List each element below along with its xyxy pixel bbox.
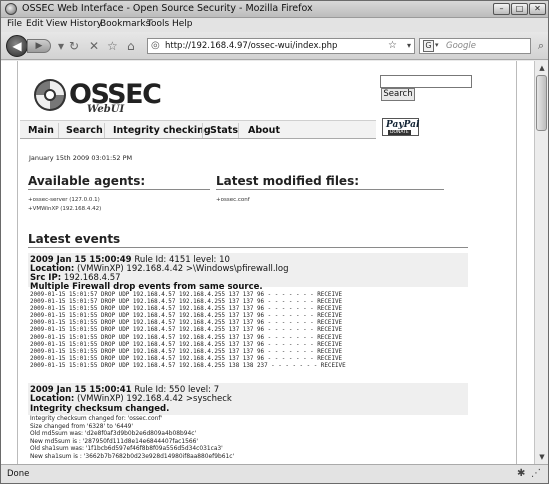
tab-search[interactable]: Search <box>66 125 103 136</box>
tab-stats[interactable]: Stats <box>210 125 238 136</box>
agent-link[interactable]: +VMWinXP (192.168.4.42) <box>28 206 101 212</box>
navigation-toolbar: ◀ ▶ ▾ ↻ ✕ ☆ ⌂ ◎ http://192.168.4.97/osse… <box>1 32 548 60</box>
page-favicon-icon: ◎ <box>151 40 160 51</box>
search-engine-icon[interactable]: G <box>423 40 434 52</box>
title-bar: OSSEC Web Interface - Open Source Securi… <box>1 1 548 18</box>
log-line: 2009-01-15 15:01:55 DROP UDP 192.168.4.5… <box>30 348 343 355</box>
event-location-label: Location: <box>30 394 75 404</box>
log-line: 2009-01-15 15:01:55 DROP UDP 192.168.4.5… <box>30 327 343 334</box>
status-text: Done <box>7 469 30 479</box>
log-line: 2009-01-15 15:01:57 DROP UDP 192.168.4.5… <box>30 299 343 306</box>
reload-icon[interactable]: ↻ <box>69 39 79 53</box>
vertical-scrollbar[interactable]: ▲ ▼ <box>534 61 548 464</box>
page-date: January 15th 2009 03:01:52 PM <box>29 154 133 162</box>
tab-integrity-checking[interactable]: Integrity checking <box>113 125 211 136</box>
page-search-input[interactable] <box>380 75 472 88</box>
log-line: 2009-01-15 15:01:55 DROP UDP 192.168.4.5… <box>30 362 346 369</box>
event-location-line: Location: (VMWinXP) 192.168.4.42 >sysche… <box>30 394 232 404</box>
content-viewport: OSSEC WebUI Search Main Search Integrity… <box>1 61 534 464</box>
agents-divider <box>28 189 210 190</box>
scroll-down-arrow-icon[interactable]: ▼ <box>536 451 548 463</box>
paypal-donate-label: DONATE <box>388 130 411 135</box>
event-description-text: Integrity checksum changed. <box>30 404 170 414</box>
menu-help[interactable]: Help <box>172 19 193 29</box>
paypal-donate-button[interactable]: PayPal DONATE <box>382 118 419 136</box>
search-magnifier-icon[interactable]: ⌕ <box>538 39 544 53</box>
addon-icon[interactable]: ✱ <box>517 468 525 479</box>
log-line: 2009-01-15 15:01:55 DROP UDP 192.168.4.5… <box>30 313 343 320</box>
log-line: 2009-01-15 15:01:55 DROP UDP 192.168.4.5… <box>30 341 343 348</box>
menu-history[interactable]: History <box>70 19 102 29</box>
agents-heading: Available agents: <box>28 174 146 188</box>
search-placeholder: Google <box>446 41 476 51</box>
browser-search-box[interactable]: G ▾ Google ⌕ <box>419 38 544 54</box>
firefox-icon <box>5 3 17 15</box>
menu-bar: File Edit View History Bookmarks Tools H… <box>1 18 548 32</box>
resize-grip-icon[interactable]: ⋰ <box>531 468 541 479</box>
log-line: Old md5sum was: 'd2e8f0af3d9b0b2e6d809a4… <box>30 431 197 438</box>
files-divider <box>216 189 444 190</box>
event-log: 2009-01-15 15:01:57 DROP UDP 192.168.4.5… <box>30 292 346 370</box>
events-heading: Latest events <box>28 232 121 246</box>
close-button[interactable]: ✕ <box>529 3 546 15</box>
menu-edit[interactable]: Edit <box>26 19 43 29</box>
menu-bookmarks[interactable]: Bookmarks <box>100 19 150 29</box>
home-icon[interactable]: ⌂ <box>127 39 135 53</box>
forward-button[interactable]: ▶ <box>27 39 51 53</box>
menu-view[interactable]: View <box>46 19 67 29</box>
minimize-button[interactable]: – <box>493 3 510 15</box>
tab-divider <box>238 123 239 138</box>
scroll-thumb[interactable] <box>536 75 547 131</box>
event-description: Multiple Firewall drop events from same … <box>30 282 263 292</box>
log-line: New md5sum is : '287950fd111d8e14e684440… <box>30 438 198 445</box>
bookmark-add-icon[interactable]: ☆ <box>107 39 118 53</box>
log-line: Old sha1sum was: '1f1bcb6d597ef46f8b8f09… <box>30 446 223 453</box>
back-button[interactable]: ◀ <box>6 35 28 57</box>
paypal-label: PayPal <box>386 120 420 130</box>
log-line: Integrity checksum changed for: 'ossec.c… <box>30 416 163 422</box>
page-search-button[interactable]: Search <box>381 88 415 101</box>
browser-window: OSSEC Web Interface - Open Source Securi… <box>0 0 549 484</box>
menu-tools[interactable]: Tools <box>147 19 169 29</box>
url-bar[interactable]: ◎ http://192.168.4.97/ossec-wui/index.ph… <box>147 38 415 54</box>
search-engine-dropdown-icon[interactable]: ▾ <box>435 41 439 49</box>
log-line: New sha1sum is : '3662b7b7682b0d23e928d1… <box>30 453 235 460</box>
history-dropdown-icon[interactable]: ▾ <box>58 39 64 53</box>
log-line: 2009-01-15 15:01:55 DROP UDP 192.168.4.5… <box>30 355 343 362</box>
events-divider <box>28 247 468 248</box>
scroll-up-arrow-icon[interactable]: ▲ <box>536 62 548 74</box>
ossec-wheel-icon <box>34 79 66 111</box>
ossec-logo: OSSEC WebUI <box>32 77 162 117</box>
menu-file[interactable]: File <box>7 19 22 29</box>
tab-about[interactable]: About <box>248 125 280 136</box>
log-line: Size changed from '6328' to '6449' <box>30 423 133 430</box>
files-heading: Latest modified files: <box>216 174 360 188</box>
event-description-text: Multiple Firewall drop events from same … <box>30 282 263 292</box>
logo-sub-text: WebUI <box>87 104 125 115</box>
ossec-page: OSSEC WebUI Search Main Search Integrity… <box>17 61 517 464</box>
maximize-button[interactable]: □ <box>511 3 528 15</box>
status-bar: Done ✱ ⋰ <box>1 464 548 483</box>
window-title: OSSEC Web Interface - Open Source Securi… <box>22 3 313 14</box>
main-nav: Main Search Integrity checking Stats Abo… <box>20 120 376 139</box>
log-line: 2009-01-15 15:01:55 DROP UDP 192.168.4.5… <box>30 334 343 341</box>
url-dropdown-icon[interactable]: ▾ <box>407 41 411 50</box>
log-line: 2009-01-15 15:01:57 DROP UDP 192.168.4.5… <box>30 292 343 298</box>
file-link[interactable]: +ossec.conf <box>216 197 250 203</box>
agent-link[interactable]: +ossec-server (127.0.0.1) <box>28 197 100 203</box>
url-text[interactable]: http://192.168.4.97/ossec-wui/index.php <box>165 41 337 51</box>
tab-divider <box>202 123 203 138</box>
event-description: Integrity checksum changed. <box>30 404 169 414</box>
tab-divider <box>58 123 59 138</box>
tab-divider <box>104 123 105 138</box>
bookmark-star-icon[interactable]: ☆ <box>388 40 397 51</box>
stop-icon[interactable]: ✕ <box>89 39 99 53</box>
event-location: (VMWinXP) 192.168.4.42 >syscheck <box>77 394 232 404</box>
event-log: Integrity checksum changed for: 'ossec.c… <box>30 416 234 462</box>
tab-main[interactable]: Main <box>28 125 54 136</box>
log-line: 2009-01-15 15:01:55 DROP UDP 192.168.4.5… <box>30 320 343 327</box>
log-line: 2009-01-15 15:01:55 DROP UDP 192.168.4.5… <box>30 306 343 313</box>
